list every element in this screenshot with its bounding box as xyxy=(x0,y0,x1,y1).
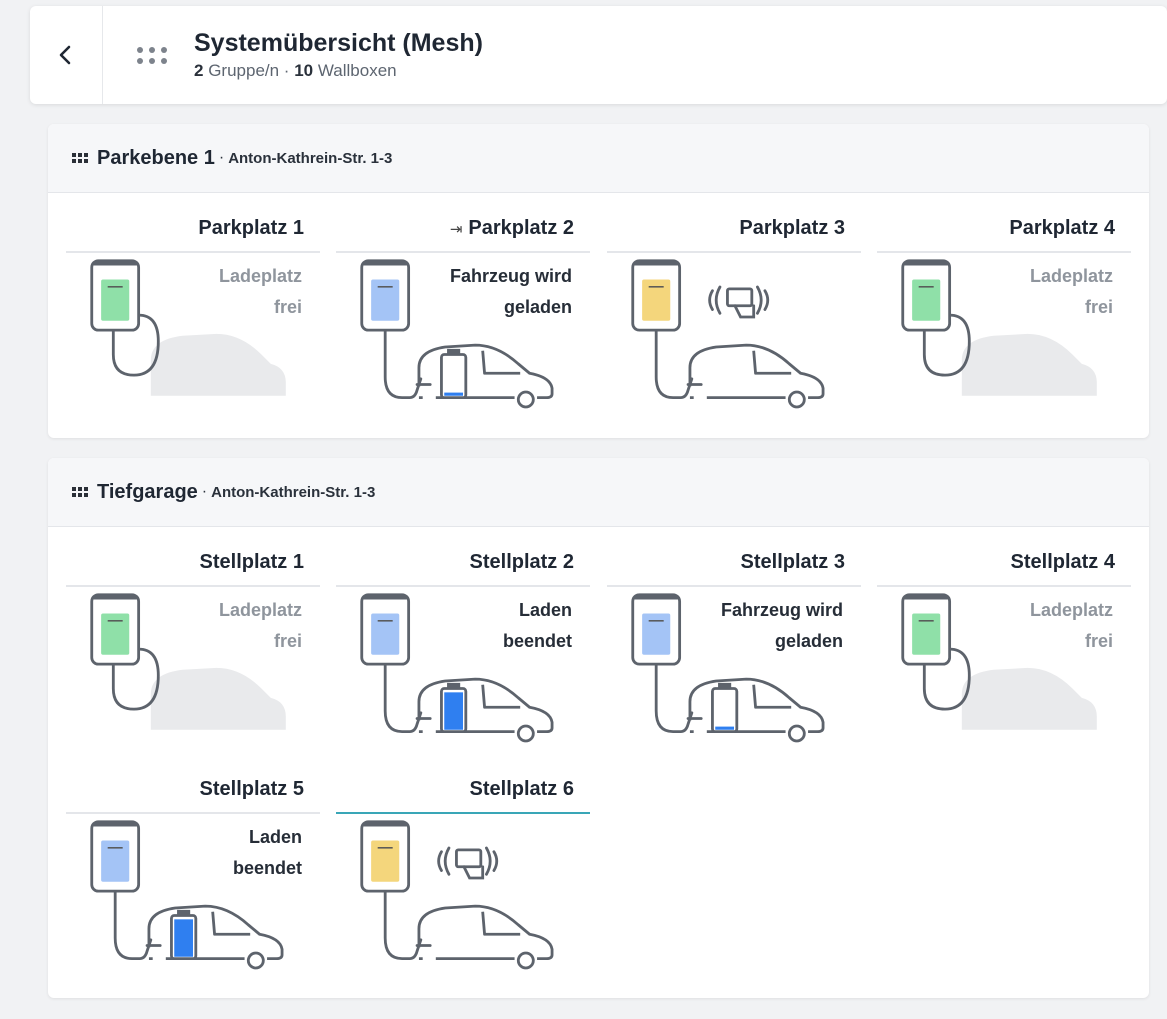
rfid-card-icon xyxy=(708,285,770,319)
group-separator: · xyxy=(201,483,208,500)
wallbox-tile[interactable]: Stellplatz 2 Laden beendet xyxy=(336,543,590,743)
battery-icon xyxy=(170,909,198,961)
wallbox-icon xyxy=(360,593,411,666)
tile-divider xyxy=(877,585,1131,587)
group-address: Anton-Kathrein-Str. 1-3 xyxy=(228,149,393,167)
tile-title: Stellplatz 2 xyxy=(469,551,574,573)
rfid-auth-illustration xyxy=(360,820,554,970)
tile-divider xyxy=(607,585,861,587)
tile-divider xyxy=(877,251,1131,253)
group-card-parkebene: Parkebene 1 · Anton-Kathrein-Str. 1-3 Pa… xyxy=(48,124,1149,438)
tile-title: Stellplatz 1 xyxy=(199,551,304,573)
car-icon xyxy=(688,343,825,409)
top-bar: Systemübersicht (Mesh) 2 Gruppe/n · 10 W… xyxy=(30,6,1167,104)
car-icon xyxy=(417,904,554,970)
tile-title: Parkplatz 3 xyxy=(739,217,845,239)
charging-finished-illustration xyxy=(360,593,554,743)
battery-icon xyxy=(711,682,739,734)
login-icon: ⇥ xyxy=(449,221,463,238)
tile-divider xyxy=(607,251,861,253)
tile-divider xyxy=(336,585,590,587)
wallbox-tile[interactable]: Parkplatz 4 Ladeplatz frei xyxy=(877,209,1131,399)
tile-title: Stellplatz 4 xyxy=(1010,551,1115,573)
wallbox-icon xyxy=(360,259,411,332)
rfid-auth-illustration xyxy=(631,259,825,409)
group-separator: · xyxy=(218,149,225,166)
wallbox-icon xyxy=(90,593,141,666)
group-header: Tiefgarage · Anton-Kathrein-Str. 1-3 xyxy=(48,458,1149,527)
header-content: Systemübersicht (Mesh) 2 Gruppe/n · 10 W… xyxy=(103,6,483,104)
charging-car-illustration xyxy=(631,593,825,743)
free-parking-illustration xyxy=(90,259,286,396)
group-name: Tiefgarage xyxy=(97,480,198,503)
page-subtitle: 2 Gruppe/n · 10 Wallboxen xyxy=(194,61,483,81)
wallbox-icon xyxy=(360,820,411,893)
free-parking-illustration xyxy=(90,593,286,730)
wallbox-icon xyxy=(90,259,141,332)
wallbox-tile[interactable]: Parkplatz 3 xyxy=(607,209,861,409)
wallbox-tile[interactable]: Stellplatz 3 Fahrzeug wird geladen xyxy=(607,543,861,743)
charging-car-illustration xyxy=(360,259,554,409)
tile-title: Stellplatz 3 xyxy=(740,551,845,573)
groups-count: 2 xyxy=(194,61,204,80)
wallbox-tile[interactable]: Parkplatz 1 Ladeplatz frei xyxy=(66,209,320,399)
page-title: Systemübersicht (Mesh) xyxy=(194,29,483,57)
tile-divider xyxy=(66,812,320,814)
charging-finished-illustration xyxy=(90,820,284,970)
wallbox-icon xyxy=(90,820,141,893)
car-icon xyxy=(688,677,825,743)
wallbox-icon xyxy=(631,259,682,332)
wallbox-tile-selected[interactable]: Stellplatz 6 xyxy=(336,770,590,970)
group-name: Parkebene 1 xyxy=(97,146,215,169)
group-header: Parkebene 1 · Anton-Kathrein-Str. 1-3 xyxy=(48,124,1149,193)
free-parking-illustration xyxy=(901,259,1097,396)
chevron-left-icon xyxy=(59,45,71,65)
car-icon xyxy=(417,677,554,743)
battery-icon xyxy=(440,682,468,734)
tile-title: Stellplatz 6 xyxy=(469,778,574,800)
group-drag-icon xyxy=(72,487,88,497)
rfid-card-icon xyxy=(437,846,499,880)
wallboxes-label: Wallboxen xyxy=(317,61,397,80)
tile-title: Stellplatz 5 xyxy=(199,778,304,800)
wallbox-icon xyxy=(901,593,952,666)
wallbox-icon xyxy=(631,593,682,666)
group-address: Anton-Kathrein-Str. 1-3 xyxy=(211,483,376,501)
wallbox-tile[interactable]: Stellplatz 4 Ladeplatz frei xyxy=(877,543,1131,733)
groups-label: Gruppe/n · xyxy=(208,61,290,80)
battery-icon xyxy=(440,348,468,400)
group-card-tiefgarage: Tiefgarage · Anton-Kathrein-Str. 1-3 Ste… xyxy=(48,458,1149,998)
wallbox-tile[interactable]: ⇥ Parkplatz 2 Fahrzeug wird geladen xyxy=(336,209,590,409)
group-drag-icon xyxy=(72,153,88,163)
tile-title: Parkplatz 1 xyxy=(198,217,304,239)
wallboxes-count: 10 xyxy=(294,61,314,80)
wallbox-icon xyxy=(901,259,952,332)
tile-title: Parkplatz 4 xyxy=(1009,217,1115,239)
car-icon xyxy=(147,904,284,970)
tile-title: Parkplatz 2 xyxy=(468,217,574,239)
free-parking-illustration xyxy=(901,593,1097,730)
wallbox-tile[interactable]: Stellplatz 5 Laden beendet xyxy=(66,770,320,970)
tile-divider xyxy=(66,251,320,253)
tile-divider xyxy=(336,251,590,253)
wallbox-tile[interactable]: Stellplatz 1 Ladeplatz frei xyxy=(66,543,320,733)
tile-divider xyxy=(66,585,320,587)
tile-divider xyxy=(336,812,590,814)
back-button[interactable] xyxy=(30,6,103,104)
car-icon xyxy=(417,343,554,409)
grid-dots-icon xyxy=(137,46,168,64)
